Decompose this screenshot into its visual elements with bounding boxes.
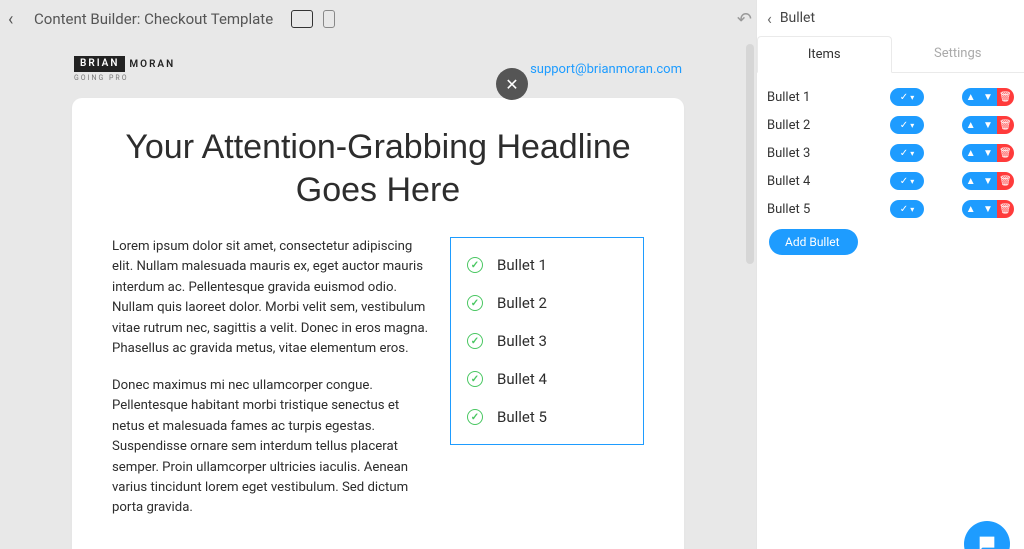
check-icon: ✓	[900, 176, 908, 187]
visibility-pill[interactable]: ✓▾	[890, 172, 924, 190]
back-button[interactable]: ‹	[8, 9, 26, 30]
chevron-down-icon: ▾	[910, 93, 914, 102]
scroll-track[interactable]	[744, 38, 756, 549]
list-item: Bullet 4 ✓▾ ▲ ▼ 🗑	[767, 167, 1014, 195]
list-item: Bullet 2 ✓▾ ▲ ▼ 🗑	[767, 111, 1014, 139]
delete-button[interactable]: 🗑	[997, 200, 1014, 218]
delete-button[interactable]: 🗑	[997, 88, 1014, 106]
paragraph-1[interactable]: Lorem ipsum dolor sit amet, consectetur …	[112, 237, 430, 360]
bullet-row: ✓ Bullet 1	[467, 256, 627, 274]
move-up-button[interactable]: ▲	[962, 88, 979, 106]
visibility-pill[interactable]: ✓▾	[890, 116, 924, 134]
paragraph-2[interactable]: Donec maximus mi nec ullamcorper congue.…	[112, 376, 430, 519]
panel-back-icon[interactable]: ‹	[767, 9, 772, 28]
tab-items[interactable]: Items	[757, 36, 892, 73]
visibility-pill[interactable]: ✓▾	[890, 144, 924, 162]
page-title: Content Builder: Checkout Template	[34, 10, 273, 28]
move-down-button[interactable]: ▼	[979, 200, 996, 218]
bullet-label: Bullet 4	[497, 370, 547, 388]
chat-icon	[976, 533, 998, 549]
check-circle-icon: ✓	[467, 295, 483, 311]
visibility-pill[interactable]: ✓▾	[890, 200, 924, 218]
check-icon: ✓	[900, 148, 908, 159]
bullet-label: Bullet 3	[497, 332, 547, 350]
chevron-down-icon: ▾	[910, 149, 914, 158]
desktop-icon[interactable]	[291, 10, 313, 28]
bullet-label: Bullet 1	[497, 256, 547, 274]
move-down-button[interactable]: ▼	[979, 88, 996, 106]
chevron-down-icon: ▾	[910, 177, 914, 186]
bullet-row: ✓ Bullet 3	[467, 332, 627, 350]
tab-settings[interactable]: Settings	[892, 36, 1024, 72]
move-up-button[interactable]: ▲	[962, 116, 979, 134]
bullet-row: ✓ Bullet 5	[467, 408, 627, 426]
item-name[interactable]: Bullet 1	[767, 90, 884, 105]
check-circle-icon: ✓	[467, 257, 483, 273]
mobile-icon[interactable]	[323, 10, 335, 28]
bullet-row: ✓ Bullet 2	[467, 294, 627, 312]
logo-sub: GOING PRO	[74, 74, 129, 82]
item-name[interactable]: Bullet 2	[767, 118, 884, 133]
list-item: Bullet 5 ✓▾ ▲ ▼ 🗑	[767, 195, 1014, 223]
check-icon: ✓	[900, 92, 908, 103]
content-card: Your Attention-Grabbing Headline Goes He…	[72, 98, 684, 549]
undo-icon[interactable]: ↶	[737, 9, 752, 30]
item-name[interactable]: Bullet 4	[767, 174, 884, 189]
move-down-button[interactable]: ▼	[979, 116, 996, 134]
list-item: Bullet 3 ✓▾ ▲ ▼ 🗑	[767, 139, 1014, 167]
check-circle-icon: ✓	[467, 333, 483, 349]
panel-title: Bullet	[780, 10, 815, 26]
close-icon[interactable]: ✕	[496, 68, 528, 100]
headline[interactable]: Your Attention-Grabbing Headline Goes He…	[112, 126, 644, 211]
move-up-button[interactable]: ▲	[962, 200, 979, 218]
scroll-thumb[interactable]	[746, 44, 754, 264]
move-up-button[interactable]: ▲	[962, 172, 979, 190]
bullet-row: ✓ Bullet 4	[467, 370, 627, 388]
list-item: Bullet 1 ✓▾ ▲ ▼ 🗑	[767, 83, 1014, 111]
add-bullet-button[interactable]: Add Bullet	[769, 229, 858, 255]
bullet-box[interactable]: ✓ Bullet 1 ✓ Bullet 2 ✓ Bullet 3 ✓ Bulle…	[450, 237, 644, 445]
check-icon: ✓	[900, 204, 908, 215]
add-bullet-label: Add Bullet	[785, 235, 840, 249]
chevron-down-icon: ▾	[910, 205, 914, 214]
logo-line2: MORAN	[129, 59, 175, 70]
item-name[interactable]: Bullet 3	[767, 146, 884, 161]
check-icon: ✓	[900, 120, 908, 131]
logo-line1: BRIAN	[74, 56, 125, 72]
delete-button[interactable]: 🗑	[997, 116, 1014, 134]
move-down-button[interactable]: ▼	[979, 172, 996, 190]
chevron-down-icon: ▾	[910, 121, 914, 130]
support-link[interactable]: support@brianmoran.com	[530, 62, 682, 77]
delete-button[interactable]: 🗑	[997, 144, 1014, 162]
move-down-button[interactable]: ▼	[979, 144, 996, 162]
move-up-button[interactable]: ▲	[962, 144, 979, 162]
bullet-label: Bullet 2	[497, 294, 547, 312]
item-name[interactable]: Bullet 5	[767, 202, 884, 217]
delete-button[interactable]: 🗑	[997, 172, 1014, 190]
brand-logo: BRIAN MORAN GOING PRO	[74, 56, 175, 82]
side-panel: ‹ Bullet Items Settings Bullet 1 ✓▾ ▲ ▼ …	[756, 0, 1024, 549]
check-circle-icon: ✓	[467, 371, 483, 387]
bullet-label: Bullet 5	[497, 408, 547, 426]
check-circle-icon: ✓	[467, 409, 483, 425]
visibility-pill[interactable]: ✓▾	[890, 88, 924, 106]
